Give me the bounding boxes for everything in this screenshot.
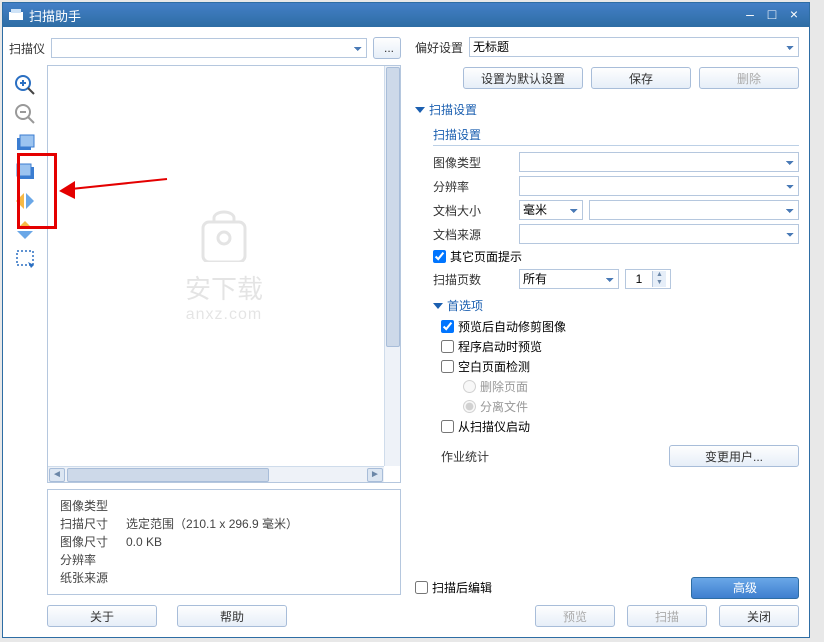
scanner-select[interactable] bbox=[51, 38, 367, 58]
scan-pages-input[interactable] bbox=[626, 270, 652, 288]
zoom-out-icon[interactable] bbox=[11, 101, 39, 127]
split-file-radio bbox=[463, 400, 476, 413]
watermark: 安下载 anxz.com bbox=[185, 208, 263, 324]
marquee-icon[interactable] bbox=[11, 246, 39, 272]
doc-source-select[interactable] bbox=[519, 224, 799, 244]
blank-detect-label: 空白页面检测 bbox=[458, 358, 530, 375]
about-button[interactable]: 关于 bbox=[47, 605, 157, 627]
scan-settings-header[interactable]: 扫描设置 bbox=[415, 101, 799, 118]
app-title: 扫描助手 bbox=[29, 6, 741, 25]
close-window-button[interactable]: × bbox=[785, 7, 803, 23]
left-pane: 扫描仪 ... 安下载 anxz. bbox=[3, 27, 407, 637]
flip-v-icon[interactable] bbox=[11, 217, 39, 243]
titlebar: 扫描助手 – □ × bbox=[3, 3, 809, 27]
image-type-select[interactable] bbox=[519, 152, 799, 172]
info-box: 图像类型 扫描尺寸选定范围（210.1 x 296.9 毫米） 图像尺寸0.0 … bbox=[47, 489, 401, 595]
rotate-right-icon[interactable] bbox=[11, 159, 39, 185]
resolution-label: 分辨率 bbox=[433, 178, 513, 195]
rotate-left-icon[interactable] bbox=[11, 130, 39, 156]
job-stats-label: 作业统计 bbox=[441, 448, 489, 465]
app-icon bbox=[9, 9, 23, 21]
auto-trim-label: 预览后自动修剪图像 bbox=[458, 318, 566, 335]
save-pref-button[interactable]: 保存 bbox=[591, 67, 691, 89]
scan-pages-label: 扫描页数 bbox=[433, 271, 513, 288]
pref-label: 偏好设置 bbox=[415, 39, 463, 56]
preview-toolbar bbox=[9, 65, 45, 483]
edit-after-checkbox[interactable] bbox=[415, 581, 428, 594]
other-page-label: 其它页面提示 bbox=[450, 248, 522, 265]
resolution-select[interactable] bbox=[519, 176, 799, 196]
minimize-button[interactable]: – bbox=[741, 7, 759, 23]
preview-scrollbar-h[interactable]: ◄► bbox=[48, 466, 384, 482]
preview-scrollbar-v[interactable] bbox=[384, 66, 400, 466]
app-window: 扫描助手 – □ × 扫描仪 ... bbox=[2, 2, 810, 638]
auto-trim-checkbox[interactable] bbox=[441, 320, 454, 333]
scan-settings-subheader: 扫描设置 bbox=[433, 122, 799, 146]
preview-area[interactable]: 安下载 anxz.com ◄► bbox=[47, 65, 401, 483]
scan-pages-spinner[interactable]: ▲▼ bbox=[625, 269, 671, 289]
zoom-in-icon[interactable] bbox=[11, 72, 39, 98]
scanner-browse-button[interactable]: ... bbox=[373, 37, 401, 59]
doc-source-label: 文档来源 bbox=[433, 226, 513, 243]
change-user-button[interactable]: 变更用户... bbox=[669, 445, 799, 467]
scan-pages-select[interactable]: 所有 bbox=[519, 269, 619, 289]
edit-after-label: 扫描后编辑 bbox=[432, 579, 492, 596]
delete-page-radio bbox=[463, 380, 476, 393]
blank-detect-checkbox[interactable] bbox=[441, 360, 454, 373]
preview-button[interactable]: 预览 bbox=[535, 605, 615, 627]
preview-launch-label: 程序启动时预览 bbox=[458, 338, 542, 355]
scan-button[interactable]: 扫描 bbox=[627, 605, 707, 627]
preferences-header[interactable]: 首选项 bbox=[433, 297, 799, 314]
delete-pref-button[interactable]: 删除 bbox=[699, 67, 799, 89]
image-type-label: 图像类型 bbox=[433, 154, 513, 171]
help-button[interactable]: 帮助 bbox=[177, 605, 287, 627]
right-pane: 偏好设置 无标题 设置为默认设置 保存 删除 扫描设置 扫描设置 图像类型 分辨… bbox=[407, 27, 809, 637]
scanner-launch-checkbox[interactable] bbox=[441, 420, 454, 433]
delete-page-label: 删除页面 bbox=[480, 378, 528, 395]
scanner-launch-label: 从扫描仪启动 bbox=[458, 418, 530, 435]
advanced-button[interactable]: 高级 bbox=[691, 577, 799, 599]
doc-size-label: 文档大小 bbox=[433, 202, 513, 219]
maximize-button[interactable]: □ bbox=[763, 7, 781, 23]
pref-select[interactable]: 无标题 bbox=[469, 37, 799, 57]
close-button[interactable]: 关闭 bbox=[719, 605, 799, 627]
flip-h-icon[interactable] bbox=[11, 188, 39, 214]
preview-launch-checkbox[interactable] bbox=[441, 340, 454, 353]
split-file-label: 分离文件 bbox=[480, 398, 528, 415]
set-default-button[interactable]: 设置为默认设置 bbox=[463, 67, 583, 89]
doc-size-select[interactable] bbox=[589, 200, 799, 220]
doc-unit-select[interactable]: 毫米 bbox=[519, 200, 583, 220]
scanner-label: 扫描仪 bbox=[9, 40, 45, 57]
other-page-checkbox[interactable] bbox=[433, 250, 446, 263]
